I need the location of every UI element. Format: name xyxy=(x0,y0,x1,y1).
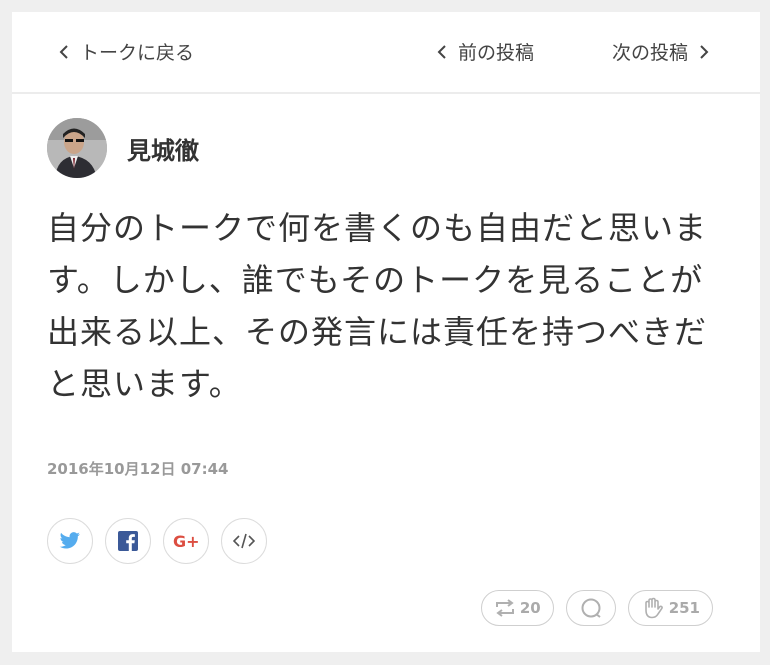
repost-icon xyxy=(495,599,514,617)
post-timestamp: 2016年10月12日 07:44 xyxy=(47,460,229,478)
chevron-left-icon xyxy=(54,44,74,59)
comment-button[interactable] xyxy=(565,590,616,626)
back-to-talk-link[interactable]: トークに戻る xyxy=(54,38,194,65)
back-label: トークに戻る xyxy=(80,42,195,64)
previous-post-link[interactable]: 前の投稿 xyxy=(432,38,534,65)
share-buttons: G+ xyxy=(47,518,267,564)
avatar[interactable] xyxy=(47,118,107,178)
post-body: 自分のトークで何を書くのも自由だと思います。しかし、誰でもそのトークを見ることが… xyxy=(47,209,708,403)
share-facebook-button[interactable] xyxy=(105,518,151,564)
twitter-icon xyxy=(59,532,80,549)
chevron-left-icon xyxy=(432,44,452,59)
post-card: トークに戻る 前の投稿 次の投稿 見城徹 自分のトークで何を書くのも自由だと思い… xyxy=(12,12,760,652)
next-post-label: 次の投稿 xyxy=(612,42,689,64)
like-button[interactable]: 251 xyxy=(627,590,713,626)
author-block: 見城徹 xyxy=(47,118,199,178)
facebook-icon xyxy=(118,531,138,551)
embed-code-button[interactable] xyxy=(221,518,267,564)
share-twitter-button[interactable] xyxy=(47,518,93,564)
repost-button[interactable]: 20 xyxy=(480,590,554,626)
next-post-link[interactable]: 次の投稿 xyxy=(612,38,714,65)
like-count: 251 xyxy=(668,599,700,617)
hand-clap-icon xyxy=(644,597,663,619)
chevron-right-icon xyxy=(694,44,714,59)
author-name[interactable]: 見城徹 xyxy=(127,131,199,166)
previous-post-label: 前の投稿 xyxy=(458,42,535,64)
post-actions: 20 251 xyxy=(480,590,713,626)
embed-icon xyxy=(233,533,255,549)
svg-text:G+: G+ xyxy=(173,532,199,550)
comment-icon xyxy=(581,598,601,618)
top-navigation: トークに戻る 前の投稿 次の投稿 xyxy=(12,12,760,94)
google-plus-icon: G+ xyxy=(173,532,199,550)
repost-count: 20 xyxy=(519,599,541,617)
share-google-plus-button[interactable]: G+ xyxy=(163,518,209,564)
